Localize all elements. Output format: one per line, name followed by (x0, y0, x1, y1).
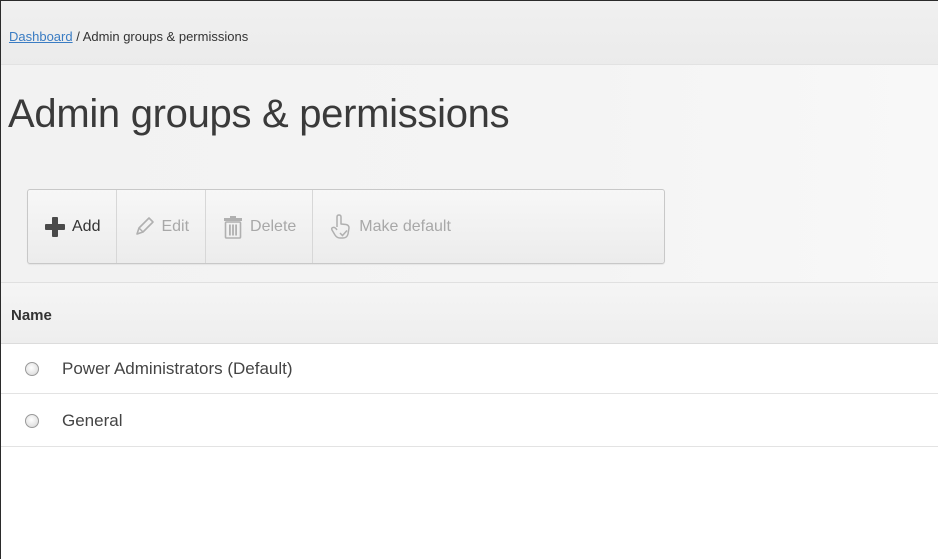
hand-pointer-icon (329, 213, 353, 240)
column-header-name[interactable]: Name (11, 307, 52, 324)
table-header: Name (1, 282, 938, 344)
table-row[interactable]: General (1, 394, 938, 447)
add-button-label: Add (72, 217, 101, 235)
make-default-button-label: Make default (359, 217, 451, 235)
breadcrumb: Dashboard / Admin groups & permissions (9, 29, 248, 44)
delete-button-label: Delete (250, 217, 297, 235)
edit-button[interactable]: Edit (117, 190, 207, 263)
plus-icon (44, 216, 66, 238)
breadcrumb-dashboard-link[interactable]: Dashboard (9, 29, 73, 44)
toolbar: Add Edit Delete Make default (27, 189, 665, 264)
edit-button-label: Edit (161, 217, 190, 235)
make-default-button[interactable]: Make default (313, 190, 467, 263)
row-name: General (62, 411, 123, 430)
add-button[interactable]: Add (28, 190, 118, 263)
breadcrumb-separator: / (72, 29, 83, 44)
row-name: Power Administrators (Default) (62, 359, 293, 378)
breadcrumb-bar: Dashboard / Admin groups & permissions (1, 1, 938, 65)
row-radio-button[interactable] (25, 362, 39, 376)
delete-button[interactable]: Delete (206, 190, 314, 263)
pencil-icon (133, 216, 155, 238)
page-title: Admin groups & permissions (8, 92, 510, 136)
table-row[interactable]: Power Administrators (Default) (1, 344, 938, 394)
breadcrumb-current: Admin groups & permissions (82, 29, 249, 44)
row-radio-button[interactable] (25, 414, 39, 428)
trash-icon (222, 215, 244, 239)
